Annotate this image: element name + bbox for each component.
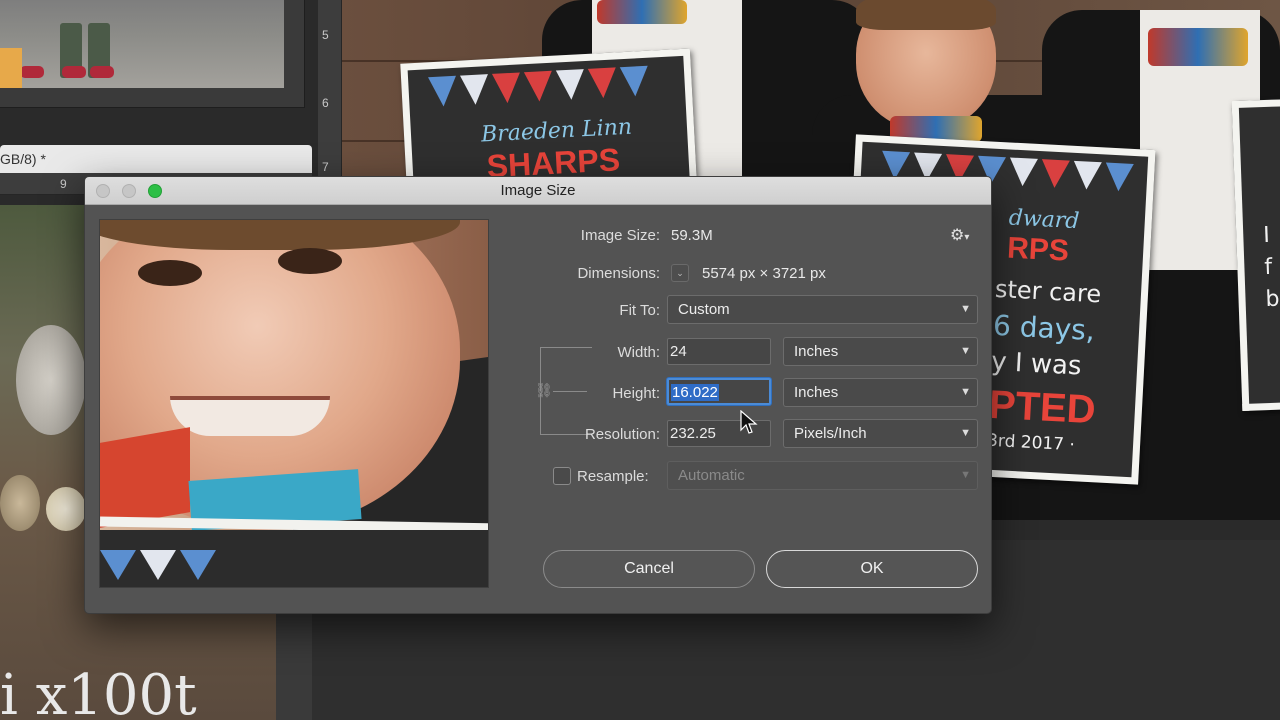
resample-label: Resample: [577,468,649,485]
preview-eye [138,260,202,286]
height-label: Height: [612,385,660,402]
preview-mouth [170,396,330,436]
document-photo-legs [0,0,284,88]
document-tab[interactable]: GB/8) * [0,145,312,173]
photo-chicken [16,325,86,435]
photo-bowtie [1148,28,1248,66]
chevron-down-icon: ▼ [960,469,971,481]
chevron-down-icon: ⌄ [676,268,684,278]
chevron-down-icon: ▼ [960,427,971,439]
resample-method-select[interactable]: Automatic ▼ [667,461,978,490]
document-tab-title: GB/8) * [0,151,46,167]
image-preview[interactable] [99,219,489,588]
height-unit-value: Inches [794,384,839,401]
fit-to-label: Fit To: [619,302,660,319]
resample-method-value: Automatic [678,467,745,484]
photo-shoe [90,66,114,78]
ruler-tick: 5 [322,28,329,42]
dialog-titlebar[interactable]: Image Size [85,177,991,205]
dimensions-label: Dimensions: [577,265,660,282]
resample-checkbox[interactable] [553,467,571,485]
workspace: 5 6 7 Braeden Linn SHARPS dward RPS ster… [0,0,1280,720]
photo-chicken [46,487,86,531]
resolution-unit-value: Pixels/Inch [794,425,867,442]
photo-bowtie [597,0,687,24]
fit-to-select[interactable]: Custom ▼ [667,295,978,324]
photo-shoe [62,66,86,78]
sign-text-line: b [1265,286,1280,313]
gear-icon[interactable]: ⚙▾ [950,225,969,245]
sign-text-line: 6 days, [992,308,1096,348]
image-size-label: Image Size: [580,227,660,244]
sign-text-line: ster care [994,274,1102,309]
ruler-tick: 9 [60,177,67,191]
width-input[interactable]: 24 [667,338,771,365]
vertical-ruler: 5 6 7 [318,0,342,180]
resolution-label: Resolution: [584,426,660,443]
width-unit-select[interactable]: Inches ▼ [783,337,978,366]
image-size-dialog[interactable]: Image Size Image Size: 59.3M ⚙▾ Dimensio… [84,176,992,614]
width-label: Width: [617,344,660,361]
document-window-top-left[interactable] [0,0,305,108]
resolution-unit-select[interactable]: Pixels/Inch ▼ [783,419,978,448]
photo-chicken [0,475,40,531]
height-unit-select[interactable]: Inches ▼ [783,378,978,407]
photo-hair [856,0,996,30]
chevron-down-icon: ▼ [960,386,971,398]
fit-to-selected-value: Custom [678,301,730,318]
sign-title-text: PTED [987,382,1097,433]
width-input-value: 24 [670,343,687,360]
resolution-input-value: 232.25 [670,425,716,442]
sign-text-line: y I was [990,346,1083,382]
preview-eye [278,248,342,274]
dimensions-unit-dropdown[interactable]: ⌄ [671,264,689,282]
photo-shoe [20,66,44,78]
sign-text-line: f [1264,254,1273,281]
width-unit-value: Inches [794,343,839,360]
photo-bag [0,48,22,88]
watermark-text: i x100t [0,663,197,720]
sign-bunting [428,65,665,111]
ruler-tick: 6 [322,96,329,110]
sign-text-line: I [1262,222,1271,249]
ruler-tick: 7 [322,160,329,174]
image-size-value: 59.3M [671,227,713,244]
ok-button[interactable]: OK [766,550,978,588]
height-input[interactable]: 16.022 [667,378,771,405]
dialog-title: Image Size [500,182,576,199]
sign-text-line: 3rd 2017 · [986,430,1076,456]
dimensions-value: 5574 px × 3721 px [702,265,826,282]
chevron-down-icon: ▼ [960,303,971,315]
sign-title-text: RPS [1006,231,1070,268]
cancel-button[interactable]: Cancel [543,550,755,588]
chevron-down-icon: ▼ [960,345,971,357]
sign-script-text: dward [1008,205,1081,235]
height-input-value: 16.022 [671,384,719,401]
preview-bowtie [100,427,190,528]
